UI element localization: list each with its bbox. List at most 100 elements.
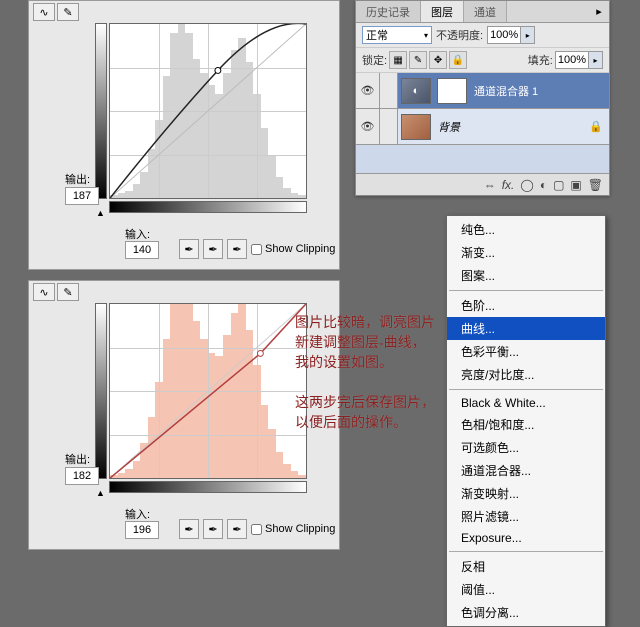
- tab-history[interactable]: 历史记录: [356, 1, 421, 22]
- curve-line: [110, 24, 306, 198]
- opacity-label: 不透明度:: [436, 27, 483, 43]
- menu-item[interactable]: 色相/饱和度...: [447, 413, 605, 436]
- output-label: 输出:: [65, 171, 90, 187]
- trash-icon[interactable]: 🗑: [588, 178, 603, 192]
- layer-thumb[interactable]: [401, 114, 431, 140]
- panel-menu-icon[interactable]: ▸: [589, 1, 609, 22]
- curve-tool-icon[interactable]: ∿: [33, 3, 55, 21]
- layer-name[interactable]: 通道混合器 1: [470, 83, 538, 99]
- curves-panel-1: ∿ ✎ ▲ 输出: 187 输入: 140 ✒ ✒ ✒ Show Clippin…: [28, 0, 340, 270]
- menu-item[interactable]: 通道混合器...: [447, 459, 605, 482]
- eyedropper-gray-icon[interactable]: ✒: [203, 519, 223, 539]
- curve-graph[interactable]: [109, 303, 307, 479]
- visibility-icon[interactable]: 👁: [356, 73, 380, 108]
- fill-label: 填充:: [528, 52, 553, 68]
- link-cell[interactable]: [380, 109, 398, 144]
- tab-channels[interactable]: 通道: [464, 1, 507, 22]
- curve-tool-icon[interactable]: ∿: [33, 283, 55, 301]
- menu-item[interactable]: 可选颜色...: [447, 436, 605, 459]
- opacity-value: 100%: [488, 28, 520, 42]
- layer-row[interactable]: 👁 背景 🔒: [356, 109, 609, 145]
- menu-item[interactable]: 阈值...: [447, 578, 605, 601]
- lock-move-icon[interactable]: ✥: [429, 51, 447, 69]
- menu-item[interactable]: 色调分离...: [447, 601, 605, 624]
- panel-tabs: 历史记录 图层 通道 ▸: [356, 1, 609, 23]
- layer-thumb[interactable]: ◐: [401, 78, 431, 104]
- menu-item[interactable]: 曲线...: [447, 317, 605, 340]
- show-clipping-input[interactable]: [251, 244, 262, 255]
- output-value[interactable]: 187: [65, 187, 99, 205]
- input-value[interactable]: 140: [125, 241, 159, 259]
- layer-name[interactable]: 背景: [434, 119, 460, 135]
- lock-all-icon[interactable]: 🔒: [449, 51, 467, 69]
- menu-separator: [449, 551, 603, 552]
- opacity-input[interactable]: 100% ▸: [487, 26, 535, 44]
- layer-mask[interactable]: [437, 78, 467, 104]
- layer-row[interactable]: 👁 ◐ 通道混合器 1: [356, 73, 609, 109]
- output-value[interactable]: 182: [65, 467, 99, 485]
- menu-separator: [449, 389, 603, 390]
- pencil-tool-icon[interactable]: ✎: [57, 283, 79, 301]
- blend-mode-select[interactable]: 正常 ▾: [362, 26, 432, 44]
- adjustment-layer-menu: 纯色...渐变...图案... 色阶...曲线...色彩平衡...亮度/对比度..…: [446, 215, 606, 627]
- layer-list: 👁 ◐ 通道混合器 1 👁 背景 🔒: [356, 73, 609, 173]
- input-value[interactable]: 196: [125, 521, 159, 539]
- menu-item[interactable]: 图案...: [447, 264, 605, 287]
- adjustment-layer-icon[interactable]: ◐: [540, 178, 547, 192]
- menu-item[interactable]: 色彩平衡...: [447, 340, 605, 363]
- slider-arrow-icon[interactable]: ▲: [96, 208, 105, 218]
- tab-layers[interactable]: 图层: [421, 1, 464, 22]
- lock-label: 锁定:: [362, 52, 387, 68]
- link-layers-icon[interactable]: ⇔: [484, 178, 496, 192]
- show-clipping-input[interactable]: [251, 524, 262, 535]
- mask-icon[interactable]: ◯: [520, 178, 533, 192]
- visibility-icon[interactable]: 👁: [356, 109, 380, 144]
- eyedropper-white-icon[interactable]: ✒: [227, 239, 247, 259]
- input-label: 输入:: [125, 226, 150, 242]
- lock-brush-icon[interactable]: ✎: [409, 51, 427, 69]
- menu-separator: [449, 290, 603, 291]
- link-cell[interactable]: [380, 73, 398, 108]
- eyedropper-gray-icon[interactable]: ✒: [203, 239, 223, 259]
- input-gradient: [109, 201, 307, 213]
- show-clipping-checkbox[interactable]: Show Clipping: [251, 523, 335, 535]
- pencil-tool-icon[interactable]: ✎: [57, 3, 79, 21]
- menu-item[interactable]: 渐变映射...: [447, 482, 605, 505]
- menu-item[interactable]: 亮度/对比度...: [447, 363, 605, 386]
- menu-item[interactable]: Black & White...: [447, 393, 605, 413]
- eyedropper-group: ✒ ✒ ✒: [179, 519, 247, 539]
- group-icon[interactable]: ▢: [553, 178, 564, 192]
- lock-transparency-icon[interactable]: ▦: [389, 51, 407, 69]
- chevron-right-icon[interactable]: ▸: [520, 27, 534, 43]
- annotation-text: 图片比较暗，调亮图片新建调整图层-曲线，我的设置如图。: [295, 314, 445, 374]
- fx-icon[interactable]: fx.: [502, 178, 515, 192]
- new-layer-icon[interactable]: ▣: [570, 178, 581, 192]
- show-clipping-label: Show Clipping: [265, 523, 335, 535]
- layer-options-row: 正常 ▾ 不透明度: 100% ▸: [356, 23, 609, 48]
- eyedropper-black-icon[interactable]: ✒: [179, 519, 199, 539]
- chevron-right-icon[interactable]: ▸: [588, 52, 602, 68]
- curve-line: [110, 304, 306, 478]
- lock-icon: 🔒: [589, 120, 603, 133]
- blend-mode-value: 正常: [366, 27, 388, 43]
- menu-item[interactable]: Exposure...: [447, 528, 605, 548]
- eyedropper-white-icon[interactable]: ✒: [227, 519, 247, 539]
- menu-item[interactable]: 纯色...: [447, 218, 605, 241]
- menu-item[interactable]: 反相: [447, 555, 605, 578]
- input-gradient: [109, 481, 307, 493]
- menu-item[interactable]: 照片滤镜...: [447, 505, 605, 528]
- menu-item[interactable]: 渐变...: [447, 241, 605, 264]
- layers-panel: 历史记录 图层 通道 ▸ 正常 ▾ 不透明度: 100% ▸ 锁定: ▦ ✎ ✥…: [355, 0, 610, 196]
- slider-arrow-icon[interactable]: ▲: [96, 488, 105, 498]
- curve-graph[interactable]: [109, 23, 307, 199]
- fill-value: 100%: [556, 53, 588, 67]
- eyedropper-black-icon[interactable]: ✒: [179, 239, 199, 259]
- output-gradient: [95, 303, 107, 479]
- show-clipping-label: Show Clipping: [265, 243, 335, 255]
- output-gradient: [95, 23, 107, 199]
- chevron-down-icon: ▾: [424, 31, 428, 40]
- fill-input[interactable]: 100% ▸: [555, 51, 603, 69]
- curves-toolbar: ∿ ✎: [29, 281, 339, 303]
- show-clipping-checkbox[interactable]: Show Clipping: [251, 243, 335, 255]
- menu-item[interactable]: 色阶...: [447, 294, 605, 317]
